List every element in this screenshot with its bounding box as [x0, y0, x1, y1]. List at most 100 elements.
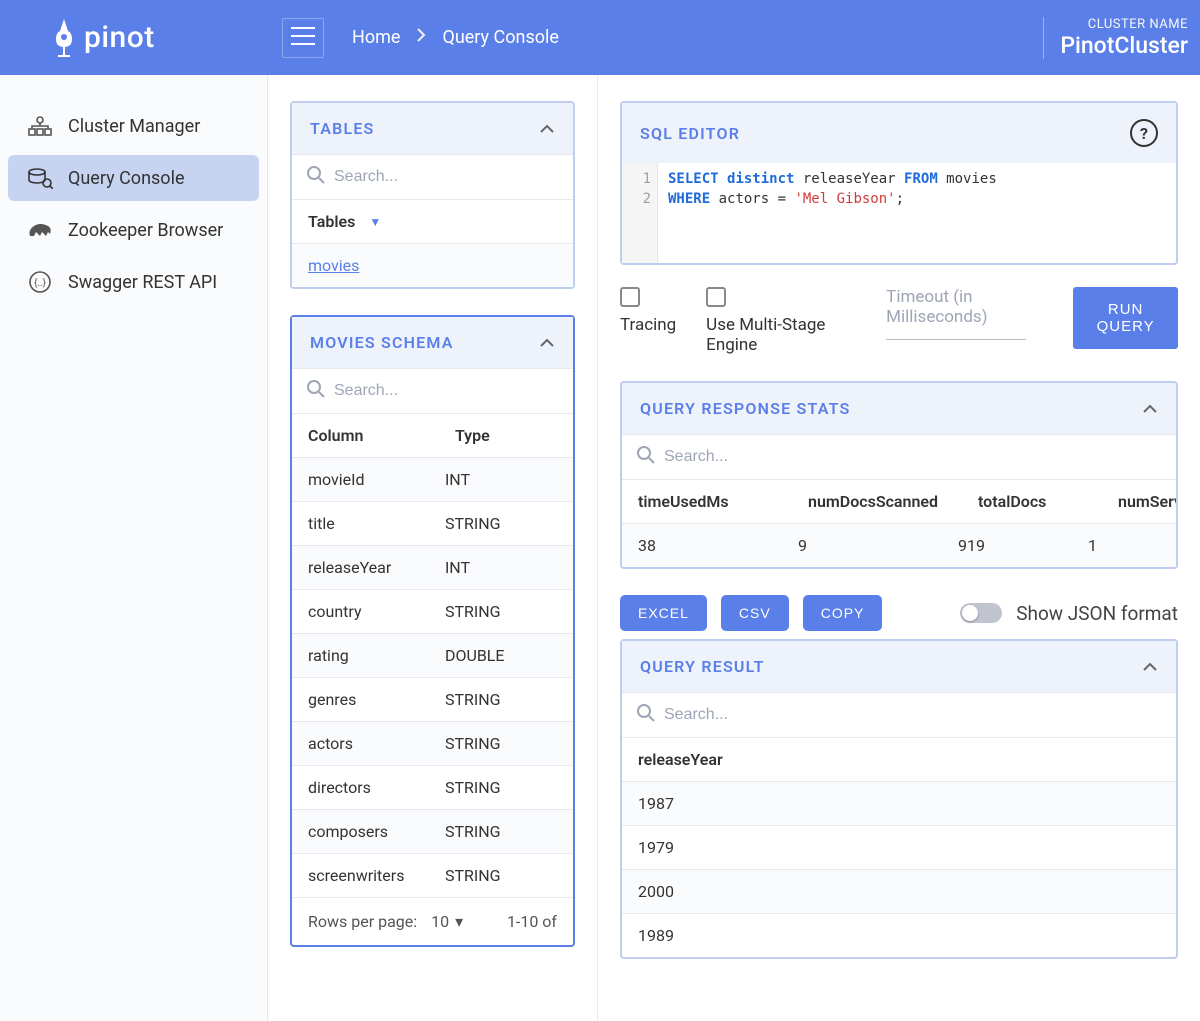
sidebar-item-swagger[interactable]: {..} Swagger REST API: [8, 259, 259, 305]
chevron-up-icon: [539, 119, 555, 138]
result-search[interactable]: [622, 692, 1176, 737]
tracing-control[interactable]: Tracing: [620, 287, 676, 335]
chevron-up-icon: [1142, 399, 1158, 418]
menu-toggle-icon[interactable]: [282, 18, 324, 58]
panel-title: QUERY RESULT: [640, 657, 765, 676]
export-row: EXCEL CSV COPY Show JSON format: [620, 595, 1178, 631]
cluster-icon: [26, 115, 54, 137]
sidebar-item-label: Query Console: [68, 168, 185, 189]
schema-row: genresSTRING: [292, 677, 573, 721]
query-controls: Tracing Use Multi-Stage Engine Timeout (…: [620, 287, 1178, 355]
cluster-name: PinotCluster: [1060, 32, 1188, 59]
result-row: 1979: [622, 825, 1176, 869]
schema-search-input[interactable]: [334, 382, 559, 400]
tracing-checkbox[interactable]: [620, 287, 640, 307]
result-panel-header[interactable]: QUERY RESULT: [622, 641, 1176, 692]
schema-row: screenwritersSTRING: [292, 853, 573, 897]
multistage-control[interactable]: Use Multi-Stage Engine: [706, 287, 856, 355]
sidebar-item-cluster-manager[interactable]: Cluster Manager: [8, 103, 259, 149]
result-panel: QUERY RESULT releaseYear 1987 1979 2000 …: [620, 639, 1178, 959]
stats-search[interactable]: [622, 434, 1176, 479]
schema-row: releaseYearINT: [292, 545, 573, 589]
json-toggle[interactable]: Show JSON format: [960, 602, 1178, 625]
schema-row: ratingDOUBLE: [292, 633, 573, 677]
breadcrumb-home[interactable]: Home: [352, 27, 400, 48]
main-column: SQL EDITOR ? 12 SELECT distinct releaseY…: [598, 75, 1200, 1021]
chevron-up-icon: [539, 333, 555, 352]
tables-panel-header[interactable]: TABLES: [292, 103, 573, 154]
sql-code[interactable]: SELECT distinct releaseYear FROM movies …: [658, 163, 1007, 263]
schema-pager: Rows per page: 10 ▾ 1-10 of: [292, 897, 573, 945]
panel-title: TABLES: [310, 119, 375, 138]
brand-text: pinot: [84, 20, 155, 55]
search-icon: [306, 165, 326, 189]
app-header: pinot Home Query Console CLUSTER NAME Pi…: [0, 0, 1200, 75]
middle-column: TABLES Tables ▼ movies MOVIES SCHEMA: [268, 75, 598, 1021]
schema-row: movieIdINT: [292, 457, 573, 501]
tables-search-input[interactable]: [334, 168, 559, 186]
schema-row: actorsSTRING: [292, 721, 573, 765]
schema-table-header: Column Type: [292, 413, 573, 457]
result-table-header: releaseYear: [622, 737, 1176, 781]
sql-code-area[interactable]: 12 SELECT distinct releaseYear FROM movi…: [622, 163, 1176, 263]
table-row[interactable]: movies: [292, 243, 573, 287]
chevron-up-icon: [1142, 657, 1158, 676]
line-gutter: 12: [622, 163, 658, 263]
stats-table-header: timeUsedMs numDocsScanned totalDocs numS…: [622, 479, 1176, 523]
stats-panel: QUERY RESPONSE STATS timeUsedMs numDocsS…: [620, 381, 1178, 569]
schema-row: directorsSTRING: [292, 765, 573, 809]
panel-title: SQL EDITOR: [640, 124, 740, 143]
sidebar-item-label: Cluster Manager: [68, 116, 200, 137]
csv-button[interactable]: CSV: [721, 595, 789, 631]
tables-search[interactable]: [292, 154, 573, 199]
svg-text:{..}: {..}: [34, 277, 47, 289]
timeout-field[interactable]: Timeout (in Milliseconds): [886, 287, 1043, 340]
excel-button[interactable]: EXCEL: [620, 595, 707, 631]
schema-row: titleSTRING: [292, 501, 573, 545]
sidebar: Cluster Manager Query Console Zookeeper …: [0, 75, 268, 1021]
schema-row: countrySTRING: [292, 589, 573, 633]
table-link-movies[interactable]: movies: [308, 256, 359, 275]
caret-down-icon: ▾: [455, 912, 463, 931]
rows-per-page-select[interactable]: 10 ▾: [431, 912, 463, 931]
panel-title: MOVIES SCHEMA: [310, 333, 454, 352]
search-icon: [306, 379, 326, 403]
breadcrumb-current: Query Console: [442, 27, 559, 48]
sort-down-icon: ▼: [369, 215, 381, 229]
sidebar-item-label: Swagger REST API: [68, 272, 217, 293]
cluster-info: CLUSTER NAME PinotCluster: [1043, 17, 1188, 59]
schema-panel: MOVIES SCHEMA Column Type movieIdINT tit…: [290, 315, 575, 947]
schema-panel-header[interactable]: MOVIES SCHEMA: [292, 317, 573, 368]
search-icon: [636, 445, 656, 469]
app-logo: pinot: [12, 17, 260, 59]
chevron-right-icon: [416, 27, 426, 48]
sidebar-item-zookeeper[interactable]: Zookeeper Browser: [8, 207, 259, 253]
sql-editor-header: SQL EDITOR ?: [622, 103, 1176, 163]
json-switch[interactable]: [960, 603, 1002, 623]
help-icon[interactable]: ?: [1130, 119, 1158, 147]
result-row: 1987: [622, 781, 1176, 825]
result-row: 2000: [622, 869, 1176, 913]
stats-row: 38 9 919 1: [622, 523, 1176, 567]
sidebar-item-query-console[interactable]: Query Console: [8, 155, 259, 201]
stats-search-input[interactable]: [664, 448, 1162, 466]
search-icon: [636, 703, 656, 727]
result-search-input[interactable]: [664, 706, 1162, 724]
result-row: 1989: [622, 913, 1176, 957]
run-query-button[interactable]: RUN QUERY: [1073, 287, 1178, 349]
stats-panel-header[interactable]: QUERY RESPONSE STATS: [622, 383, 1176, 434]
sql-editor-panel: SQL EDITOR ? 12 SELECT distinct releaseY…: [620, 101, 1178, 265]
swagger-icon: {..}: [26, 271, 54, 293]
multistage-checkbox[interactable]: [706, 287, 726, 307]
panel-title: QUERY RESPONSE STATS: [640, 399, 851, 418]
cluster-label: CLUSTER NAME: [1060, 17, 1188, 32]
schema-search[interactable]: [292, 368, 573, 413]
schema-row: composersSTRING: [292, 809, 573, 853]
copy-button[interactable]: COPY: [803, 595, 883, 631]
pinot-logo-icon: [52, 17, 76, 59]
tables-column-header[interactable]: Tables ▼: [292, 199, 573, 243]
tables-panel: TABLES Tables ▼ movies: [290, 101, 575, 289]
breadcrumb: Home Query Console: [352, 27, 559, 48]
query-icon: [26, 167, 54, 189]
page-range: 1-10 of: [507, 912, 557, 931]
